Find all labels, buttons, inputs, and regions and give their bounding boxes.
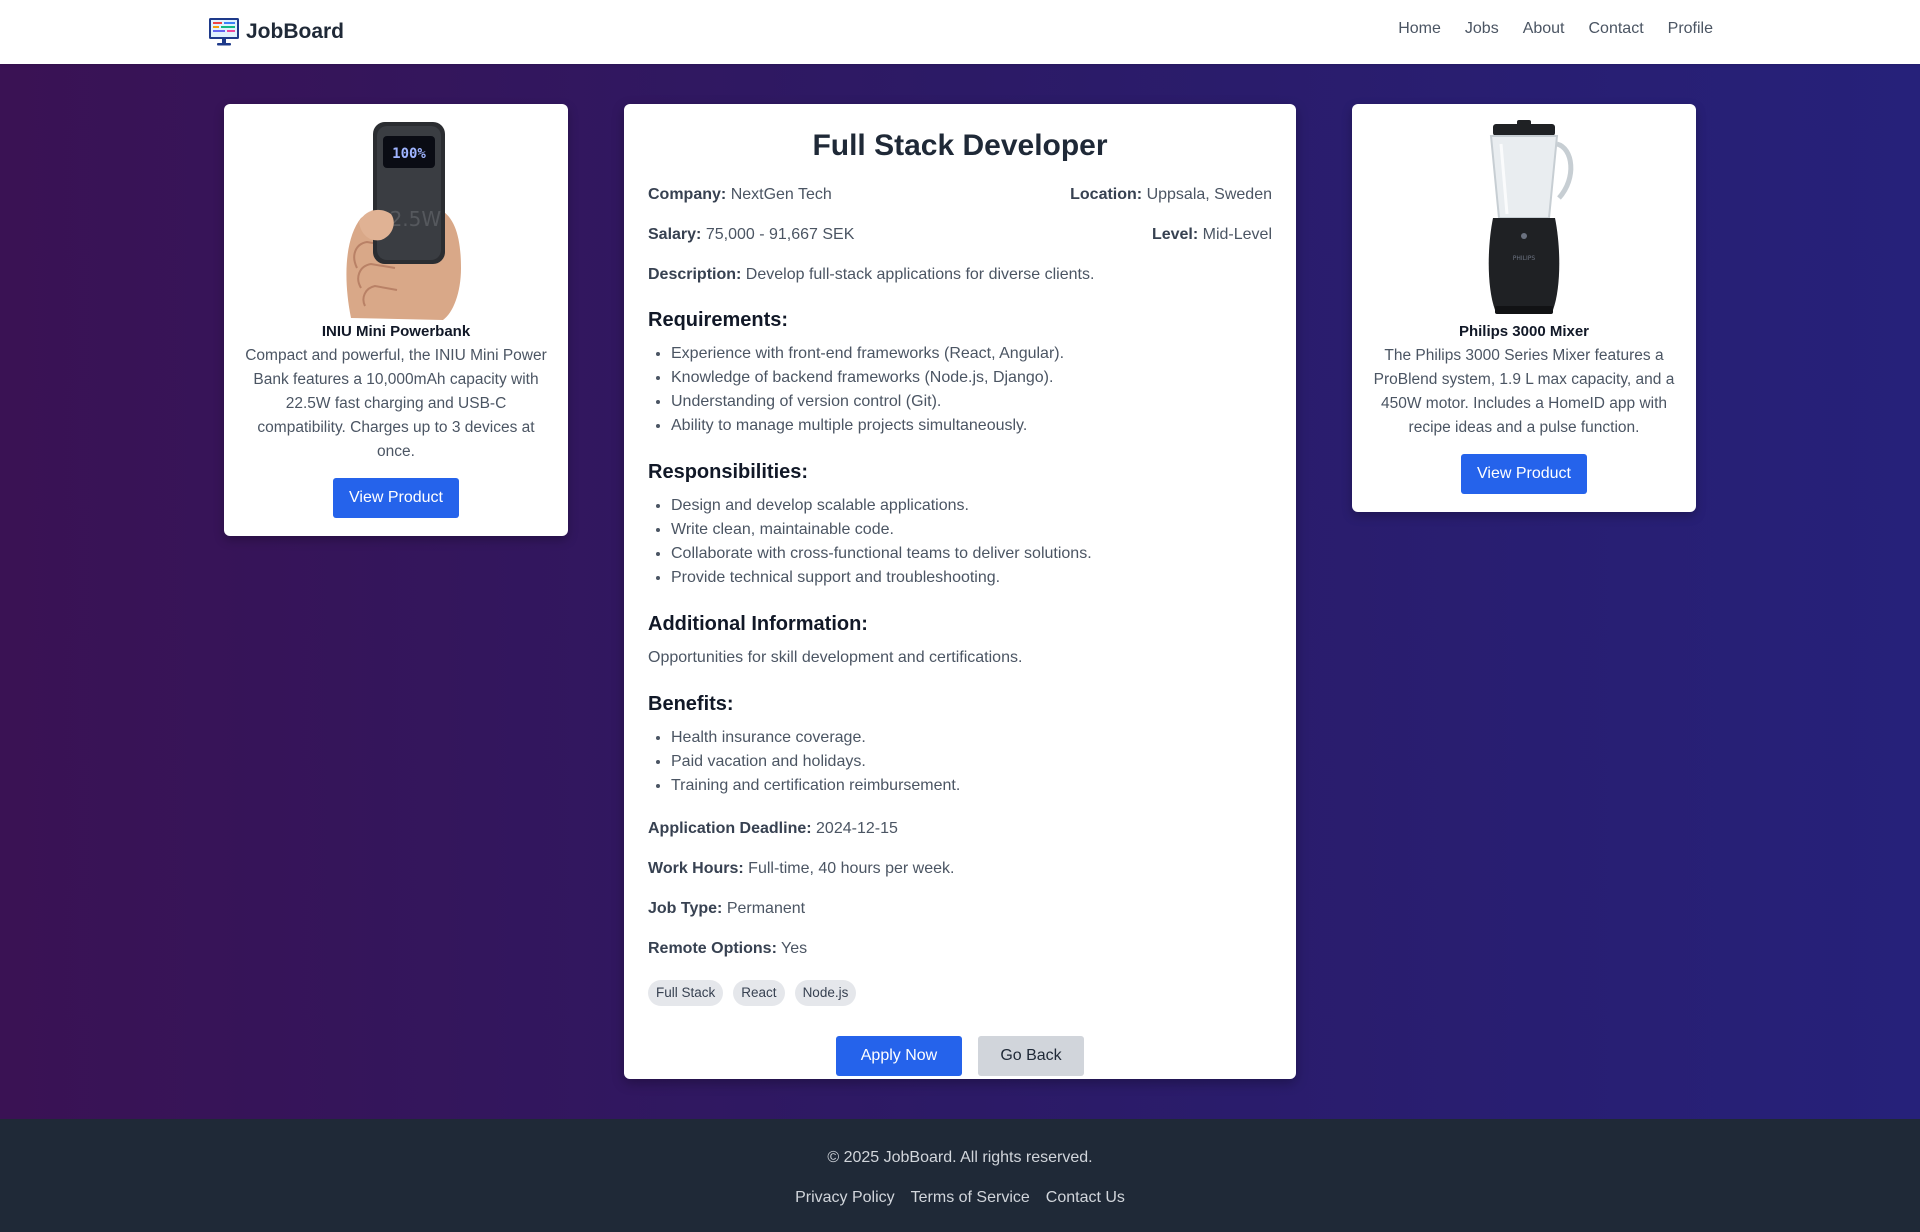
privacy-policy-link[interactable]: Privacy Policy — [795, 1187, 895, 1209]
job-type-value: Permanent — [726, 900, 806, 917]
nav-about-link[interactable]: About — [1523, 20, 1565, 38]
nav-jobs-link[interactable]: Jobs — [1465, 20, 1499, 38]
company-value: NextGen Tech — [730, 186, 832, 203]
site-header: JobBoard Home Jobs About Contact Profile — [0, 0, 1920, 64]
job-title: Full Stack Developer — [812, 129, 1108, 162]
skill-tag: React — [733, 980, 785, 1006]
list-item: Provide technical support and troublesho… — [671, 566, 1272, 590]
ad-product-name: INIU Mini Powerbank — [321, 323, 471, 340]
site-footer: © 2025 JobBoard. All rights reserved. Pr… — [0, 1119, 1920, 1232]
requirements-list: Experience with front-end frameworks (Re… — [648, 342, 1272, 438]
powerbank-product-image: 100% 22.5W — [346, 122, 461, 320]
nav-profile-link[interactable]: Profile — [1668, 20, 1713, 38]
responsibilities-list: Design and develop scalable applications… — [648, 494, 1272, 590]
skill-tags: Full Stack React Node.js — [648, 980, 1272, 1006]
salary-level-row: Salary: 75,000 - 91,667 SEK Level: Mid-L… — [648, 224, 1272, 246]
deadline-label: Application Deadline: — [648, 820, 812, 837]
company-info: Company: NextGen Tech — [648, 184, 832, 206]
description-value: Develop full-stack applications for dive… — [745, 266, 1095, 283]
responsibilities-heading: Responsibilities: — [648, 461, 809, 483]
salary-info: Salary: 75,000 - 91,667 SEK — [648, 224, 854, 246]
footer-links: Privacy Policy Terms of Service Contact … — [0, 1187, 1920, 1209]
deadline-info: Application Deadline: 2024-12-15 — [648, 818, 1272, 840]
remote-options-value: Yes — [781, 940, 808, 957]
company-location-row: Company: NextGen Tech Location: Uppsala,… — [648, 184, 1272, 206]
ad-card-mixer: PHILIPS Philips 3000 Mixer The Philips 3… — [1352, 104, 1696, 512]
list-item: Paid vacation and holidays. — [671, 750, 1272, 774]
list-item: Knowledge of backend frameworks (Node.js… — [671, 366, 1272, 390]
additional-info-heading: Additional Information: — [648, 613, 868, 635]
level-value: Mid-Level — [1202, 226, 1272, 243]
location-label: Location: — [1070, 186, 1143, 203]
list-item: Ability to manage multiple projects simu… — [671, 414, 1272, 438]
list-item: Experience with front-end frameworks (Re… — [671, 342, 1272, 366]
brand-name: JobBoard — [246, 20, 345, 43]
job-type-info: Job Type: Permanent — [648, 898, 1272, 920]
view-product-button[interactable]: View Product — [333, 478, 459, 518]
ad-card-powerbank: 100% 22.5W INIU Mini Powerbank Compact a… — [224, 104, 568, 536]
nav-home-link[interactable]: Home — [1398, 20, 1441, 38]
requirements-heading: Requirements: — [648, 309, 789, 331]
additional-info-text: Opportunities for skill development and … — [648, 649, 1023, 666]
job-details-card: Full Stack Developer Company: NextGen Te… — [624, 104, 1296, 1079]
salary-value: 75,000 - 91,667 SEK — [705, 226, 855, 243]
salary-label: Salary: — [648, 226, 702, 243]
main-nav: Home Jobs About Contact Profile — [1398, 20, 1713, 38]
skill-tag: Full Stack — [648, 980, 724, 1006]
list-item: Training and certification reimbursement… — [671, 774, 1272, 798]
location-info: Location: Uppsala, Sweden — [1070, 184, 1272, 206]
work-hours-value: Full-time, 40 hours per week. — [748, 860, 955, 877]
list-item: Write clean, maintainable code. — [671, 518, 1272, 542]
copyright-text: © 2025 JobBoard. All rights reserved. — [827, 1149, 1093, 1166]
location-value: Uppsala, Sweden — [1146, 186, 1272, 203]
list-item: Design and develop scalable applications… — [671, 494, 1272, 518]
level-info: Level: Mid-Level — [1152, 224, 1272, 246]
job-type-label: Job Type: — [648, 900, 723, 917]
ad-product-description: The Philips 3000 Series Mixer features a… — [1373, 347, 1675, 436]
level-label: Level: — [1151, 226, 1199, 243]
blender-product-image: PHILIPS — [1488, 120, 1574, 314]
ad-product-name: Philips 3000 Mixer — [1458, 323, 1590, 340]
remote-options-label: Remote Options: — [648, 940, 777, 957]
blender-brand-mark: PHILIPS — [1513, 255, 1536, 262]
apply-now-button[interactable]: Apply Now — [836, 1036, 962, 1076]
work-hours-info: Work Hours: Full-time, 40 hours per week… — [648, 858, 1272, 880]
powerbank-screen-text: 100% — [392, 146, 426, 162]
list-item: Health insurance coverage. — [671, 726, 1272, 750]
remote-options-info: Remote Options: Yes — [648, 938, 1272, 960]
brand-logo-link[interactable]: JobBoard — [208, 14, 344, 50]
work-hours-label: Work Hours: — [648, 860, 744, 877]
go-back-button[interactable]: Go Back — [978, 1036, 1084, 1076]
contact-us-link[interactable]: Contact Us — [1046, 1187, 1125, 1209]
nav-contact-link[interactable]: Contact — [1589, 20, 1644, 38]
view-product-button[interactable]: View Product — [1461, 454, 1587, 494]
benefits-heading: Benefits: — [648, 693, 734, 715]
company-label: Company: — [648, 186, 727, 203]
list-item: Understanding of version control (Git). — [671, 390, 1272, 414]
description-label: Description: — [648, 266, 742, 283]
description-info: Description: Develop full-stack applicat… — [648, 264, 1272, 286]
deadline-value: 2024-12-15 — [816, 820, 898, 837]
ad-product-description: Compact and powerful, the INIU Mini Powe… — [245, 347, 547, 460]
terms-of-service-link[interactable]: Terms of Service — [911, 1187, 1030, 1209]
list-item: Collaborate with cross-functional teams … — [671, 542, 1272, 566]
monitor-logo-icon — [209, 18, 239, 46]
job-actions: Apply Now Go Back — [648, 1036, 1272, 1076]
skill-tag: Node.js — [794, 980, 857, 1006]
benefits-list: Health insurance coverage. Paid vacation… — [648, 726, 1272, 798]
